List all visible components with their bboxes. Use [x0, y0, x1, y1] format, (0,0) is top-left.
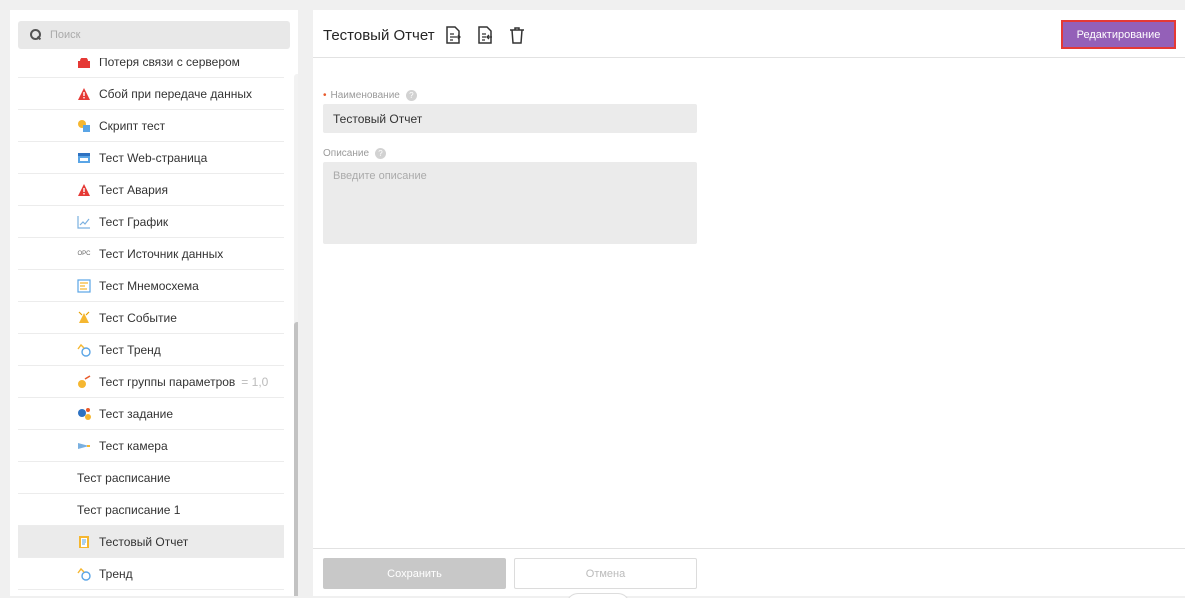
warning-icon [77, 183, 91, 197]
opc-icon: OPC [77, 250, 91, 257]
footer: Сохранить Отмена [313, 548, 1185, 598]
description-field[interactable] [323, 162, 697, 244]
tree-item[interactable]: Скрипт тест [18, 110, 284, 142]
tree-item[interactable]: Тест задание [18, 398, 284, 430]
export-icon[interactable] [445, 26, 461, 44]
description-label-row: Описание ? [323, 148, 387, 159]
chart-icon [77, 215, 91, 229]
tree-item[interactable]: Тест Тренд [18, 334, 284, 366]
save-button[interactable]: Сохранить [323, 558, 506, 589]
tree-item-label: Тренд [99, 566, 133, 581]
object-tree: Потеря связи с сервером Сбой при передаче… [10, 58, 284, 596]
trend-icon [77, 567, 91, 581]
tree-item[interactable]: Сбой при передаче данных [18, 78, 284, 110]
tree-item-label: Тест группы параметров [99, 374, 236, 389]
tree-item-label: Потеря связи с сервером [99, 58, 240, 69]
tree-item-label: Сбой при передаче данных [99, 86, 252, 101]
search-input[interactable] [50, 29, 270, 41]
header: Тестовый Отчет Редактирование [313, 10, 1185, 58]
tree-item-label: Тестовый Отчет [99, 534, 189, 549]
sidebar-scrollbar-thumb[interactable] [294, 322, 298, 596]
task-icon [77, 407, 91, 421]
import-icon[interactable] [477, 26, 493, 44]
mnemo-icon [77, 278, 91, 293]
tree-item-label: Тест задание [99, 406, 174, 421]
tree-item-label: Тест камера [99, 438, 168, 453]
warning-icon [77, 87, 91, 101]
tree-item-label: Тест расписание [77, 470, 171, 485]
tree-item[interactable]: Тренд [18, 558, 284, 590]
camera-icon [77, 439, 91, 453]
tree-item[interactable]: Тестовый Отчет [18, 526, 284, 558]
search-icon [30, 29, 42, 41]
trend-icon [77, 343, 91, 357]
name-label-row: • Наименование ? [323, 90, 417, 101]
tree-item-label: Тест Событие [99, 310, 177, 325]
sidebar: Потеря связи с сервером Сбой при передаче… [10, 10, 298, 596]
scroll-notch [566, 593, 630, 598]
page-title: Тестовый Отчет [323, 27, 435, 44]
name-label: Наименование [330, 90, 400, 101]
tree-item-label: Тест расписание 1 [77, 502, 181, 517]
tree-item[interactable]: Тест расписание 1 [18, 494, 284, 526]
tree-item[interactable]: Тест расписание [18, 462, 284, 494]
report-icon [77, 535, 91, 549]
help-icon[interactable]: ? [405, 90, 417, 101]
main-panel: Тестовый Отчет Редактирование • Наименов… [313, 10, 1185, 598]
search-box[interactable] [18, 21, 290, 49]
name-field[interactable] [323, 104, 697, 133]
tree-item-label: Тест Web-страница [99, 150, 208, 165]
webpage-icon [77, 151, 91, 165]
tree-item-label: Тест Тренд [99, 342, 161, 357]
tree-item[interactable]: Потеря связи с сервером [18, 58, 284, 78]
description-label: Описание [323, 148, 370, 159]
required-marker: • [323, 90, 327, 101]
tree-item[interactable]: OPC Тест Источник данных [18, 238, 284, 270]
edit-button[interactable]: Редактирование [1061, 20, 1176, 49]
param-group-icon [77, 374, 91, 389]
alarm-red-icon [77, 58, 91, 69]
event-icon [77, 311, 91, 325]
tree-item-label: Тест График [99, 214, 169, 229]
tree-item[interactable]: Тест камера [18, 430, 284, 462]
help-icon[interactable]: ? [375, 148, 387, 159]
tree-item[interactable]: Тест График [18, 206, 284, 238]
trash-icon[interactable] [509, 26, 525, 44]
tree-item[interactable]: Тест Мнемосхема [18, 270, 284, 302]
tree-item[interactable]: Тест Web-страница [18, 142, 284, 174]
script-icon [77, 119, 91, 133]
tree-item[interactable]: Тест Авария [18, 174, 284, 206]
tree-item-label: Тест Источник данных [99, 246, 224, 261]
cancel-button[interactable]: Отмена [514, 558, 697, 589]
tree-item-label: Тест Авария [99, 182, 168, 197]
tree-item-label: Скрипт тест [99, 118, 166, 133]
tree-item[interactable]: Тест группы параметров = 1,0 [18, 366, 284, 398]
tree-item-label: Тест Мнемосхема [99, 278, 199, 293]
tree-item-value: = 1,0 [241, 374, 269, 389]
tree-item[interactable]: Тест Событие [18, 302, 284, 334]
